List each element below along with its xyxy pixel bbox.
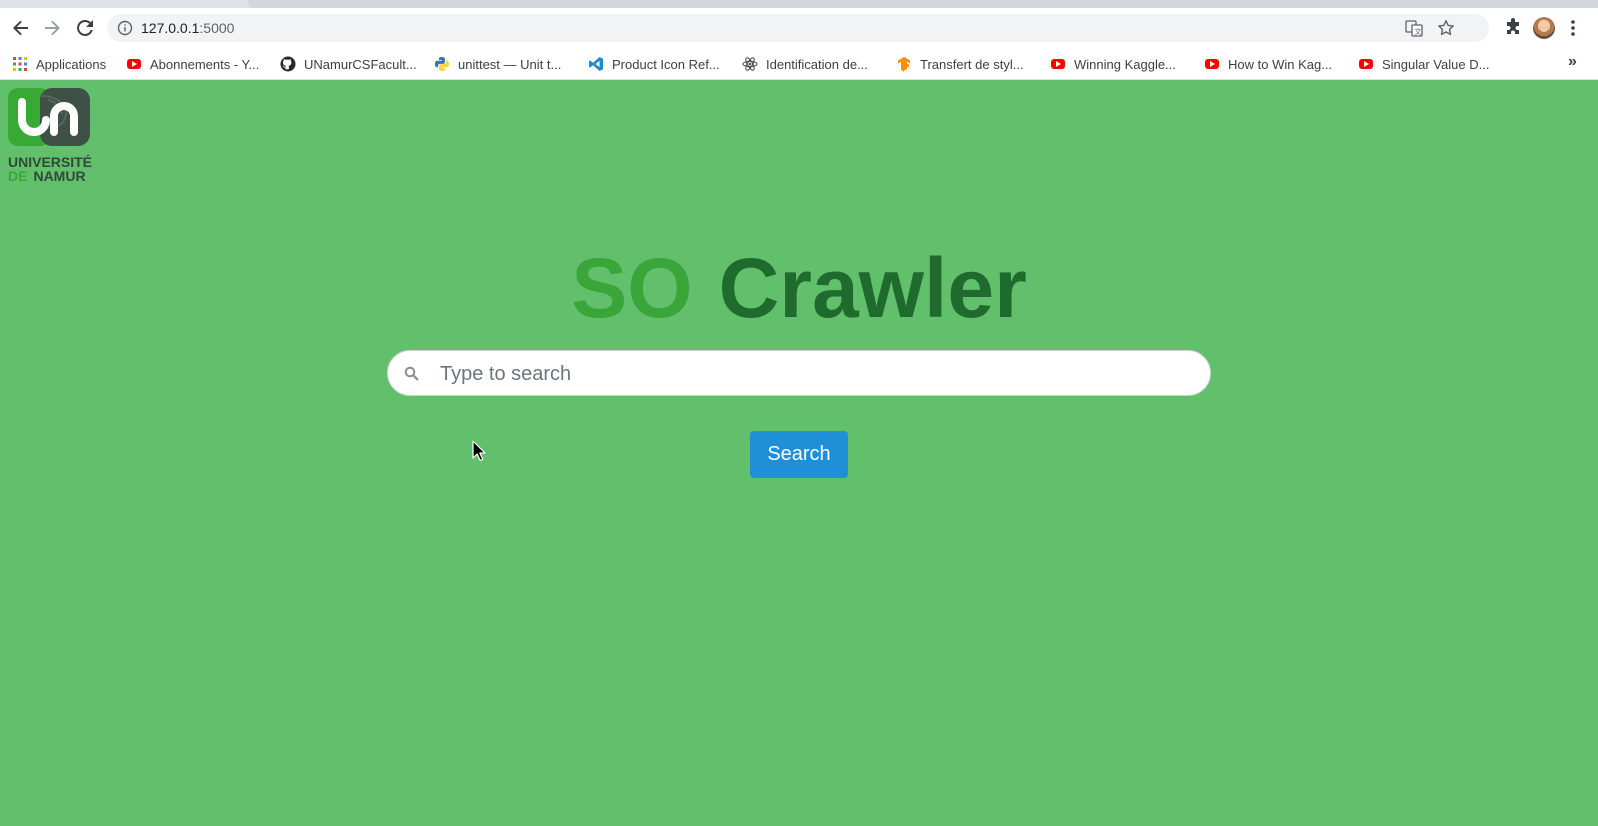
reload-icon [77,19,93,36]
bookmark-winning-kaggle[interactable]: Winning Kaggle... [1050,54,1176,74]
bookmark-product-icon[interactable]: Product Icon Ref... [588,54,720,74]
logo-text-de-namur: DE NAMUR [8,168,86,184]
title-crawler: Crawler [718,241,1027,335]
forward-button[interactable] [40,16,64,40]
address-text[interactable]: 127.0.0.1:5000 [141,20,234,36]
vscode-icon [588,56,604,72]
search-input[interactable] [438,359,1182,389]
page-title: SO Crawler [0,240,1598,337]
bookmark-label: How to Win Kag... [1228,56,1333,72]
youtube-icon [126,56,142,72]
browser-toolbar: 127.0.0.1:5000 文 [0,8,1598,48]
bookmark-label: Singular Value D... [1382,56,1490,72]
bookmark-star-icon[interactable] [1437,19,1455,37]
address-host: 127.0.0.1 [141,20,200,36]
bookmark-label: Winning Kaggle... [1074,56,1176,72]
bookmark-singular-value[interactable]: Singular Value D... [1358,54,1489,74]
search-box[interactable] [387,350,1211,396]
python-icon [434,56,450,72]
youtube-icon [1204,56,1220,72]
atom-icon [742,56,758,72]
tab-strip [0,0,1598,8]
tab-strip-edge [248,0,1598,8]
tensorflow-icon [896,56,912,72]
bookmark-unamur-github[interactable]: UNamurCSFacult... [280,54,417,74]
svg-text:文: 文 [1415,27,1422,36]
site-info-icon[interactable] [117,20,133,41]
back-button[interactable] [9,16,33,40]
youtube-icon [1358,56,1374,72]
bookmark-identification[interactable]: Identification de... [742,54,868,74]
more-bookmarks-icon[interactable]: » [1568,53,1577,71]
browser-menu-icon[interactable] [1570,19,1576,42]
apps-grid-icon [12,56,28,72]
logo-text-namur: NAMUR [33,168,86,184]
bookmark-label: Abonnements - Y... [150,56,260,72]
bookmark-applications[interactable]: Applications [12,54,106,74]
bookmark-label: Product Icon Ref... [612,56,720,72]
github-icon [280,56,296,72]
address-port: :5000 [199,20,235,36]
bookmark-label: Transfert de styl... [920,56,1024,72]
forward-arrow-icon [45,20,60,36]
bookmark-transfert-style[interactable]: Transfert de styl... [896,54,1024,74]
bookmark-label: Identification de... [766,56,868,72]
translate-icon[interactable]: 文 [1405,19,1423,37]
extensions-puzzle-icon[interactable] [1504,18,1522,41]
youtube-icon [1050,56,1066,72]
search-icon [404,366,419,386]
back-arrow-icon [13,20,28,36]
unamur-logo-mark [8,88,90,146]
university-logo: UNIVERSITÉ DE NAMUR [6,88,92,184]
bookmark-label: unittest — Unit t... [458,56,562,72]
title-so: SO [571,241,693,335]
address-bar[interactable]: 127.0.0.1:5000 文 [107,14,1489,42]
bookmark-label: Applications [36,56,107,72]
reload-button[interactable] [73,16,97,40]
page-body: UNIVERSITÉ DENAMUR SOCrawler Search [0,80,1598,826]
bookmark-label: UNamurCSFacult... [304,56,417,72]
bookmark-unittest[interactable]: unittest — Unit t... [434,54,561,74]
bookmark-how-to-win-kaggle[interactable]: How to Win Kag... [1204,54,1332,74]
search-button[interactable]: Search [750,431,848,478]
mouse-cursor-icon [472,440,486,462]
profile-avatar[interactable] [1533,17,1555,39]
bookmark-abonnements[interactable]: Abonnements - Y... [126,54,259,74]
bookmarks-bar: Applications Abonnements - Y... UNamurCS… [0,48,1598,80]
logo-text-de: DE [8,168,28,184]
